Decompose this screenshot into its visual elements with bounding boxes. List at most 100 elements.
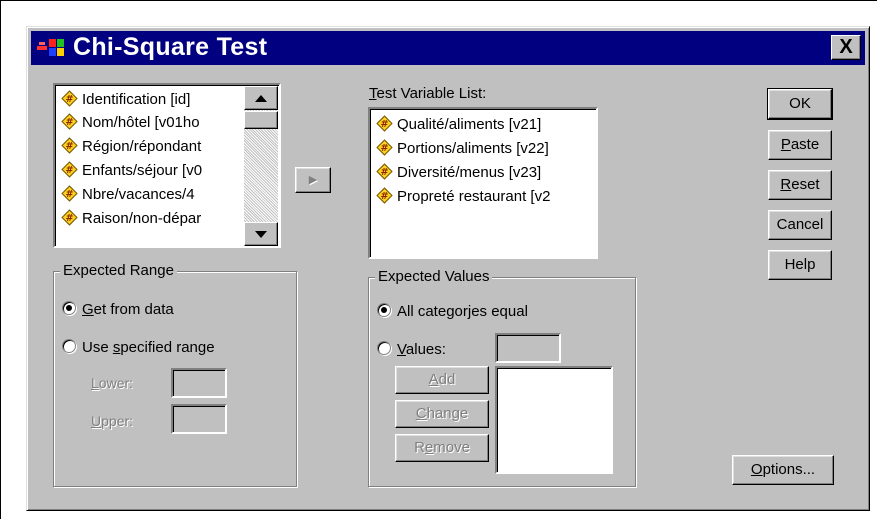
list-item[interactable]: # Qualité/aliments [v21] xyxy=(376,113,541,137)
svg-text:#: # xyxy=(381,143,389,154)
nominal-variable-icon: # xyxy=(376,187,393,204)
spss-app-icon xyxy=(37,39,64,56)
list-item[interactable]: # Raison/non-dépar xyxy=(61,207,201,231)
help-button[interactable]: Help xyxy=(768,250,832,280)
radio-label: alues: xyxy=(405,341,446,358)
remove-label-start: R xyxy=(414,439,425,456)
radio-label: pecified range xyxy=(120,339,215,356)
nominal-variable-icon: # xyxy=(376,139,393,156)
radio-selected-icon xyxy=(62,301,76,315)
add-button[interactable]: Add xyxy=(395,366,489,394)
svg-text:#: # xyxy=(381,167,389,178)
radio-selected-icon xyxy=(377,303,391,317)
svg-text:#: # xyxy=(66,94,74,105)
variable-label: Propreté restaurant [v2 xyxy=(397,188,551,205)
nominal-variable-icon: # xyxy=(61,137,78,154)
svg-text:#: # xyxy=(381,119,389,130)
ok-button[interactable]: OK xyxy=(767,88,833,120)
lower-input[interactable] xyxy=(171,368,227,398)
radio-label: et from data xyxy=(93,301,174,318)
paste-mnemonic: P xyxy=(780,136,791,153)
change-button[interactable]: Change xyxy=(395,400,489,428)
values-radio[interactable]: Values: xyxy=(377,340,446,360)
nominal-variable-icon: # xyxy=(61,209,78,226)
upper-input[interactable] xyxy=(171,404,227,434)
variable-label: Diversité/menus [v23] xyxy=(397,164,542,181)
scroll-up-button[interactable] xyxy=(244,86,278,110)
list-item[interactable]: # Identification [id] xyxy=(61,88,190,112)
dialog-title: Chi-Square Test xyxy=(73,33,268,61)
variable-label: Qualité/aliments [v21] xyxy=(397,116,542,133)
scroll-down-button[interactable] xyxy=(244,222,278,246)
reset-mnemonic: R xyxy=(780,176,792,193)
svg-text:#: # xyxy=(381,191,389,202)
chi-square-dialog: Chi-Square Test X # Identification [id] #… xyxy=(26,26,870,511)
nominal-variable-icon: # xyxy=(376,115,393,132)
variable-label: Région/répondant xyxy=(82,138,202,155)
add-label: dd xyxy=(438,371,456,388)
help-label: Help xyxy=(784,256,816,273)
arrow-right-icon: ▶ xyxy=(308,174,318,186)
radio-mnemonic: G xyxy=(82,301,94,318)
options-label: ptions... xyxy=(762,461,816,478)
ok-label: OK xyxy=(789,95,811,112)
list-item[interactable]: # Région/répondant xyxy=(61,135,201,159)
list-item[interactable]: # Enfants/séjour [v0 xyxy=(61,159,202,183)
reset-button[interactable]: Reset xyxy=(768,170,832,200)
options-button[interactable]: Options... xyxy=(732,455,834,485)
move-variable-button[interactable]: ▶ xyxy=(295,167,331,193)
svg-text:#: # xyxy=(66,213,74,224)
lower-label: Lower: xyxy=(91,375,133,391)
nominal-variable-icon: # xyxy=(61,185,78,202)
radio-label-start: Use xyxy=(82,339,113,356)
list-item[interactable]: # Portions/aliments [v22] xyxy=(376,137,549,161)
variable-label: Raison/non-dépar xyxy=(82,210,202,227)
variable-label: Enfants/séjour [v0 xyxy=(82,162,203,179)
expected-values-legend: Expected Values xyxy=(375,268,493,286)
close-icon: X xyxy=(839,36,853,58)
list-item[interactable]: # Nbre/vacances/4 xyxy=(61,183,195,207)
close-button[interactable]: X xyxy=(831,35,861,60)
upper-label: Upper: xyxy=(91,413,133,429)
test-variable-list[interactable]: # Qualité/aliments [v21] # Portions/alimen… xyxy=(368,107,598,259)
list-item[interactable]: # Propreté restaurant [v2 xyxy=(376,185,550,209)
label-text: pper: xyxy=(101,413,134,429)
cancel-button[interactable]: Cancel xyxy=(768,210,832,240)
values-input[interactable] xyxy=(495,333,561,363)
svg-text:#: # xyxy=(66,189,74,200)
use-specified-range-radio[interactable]: Use specified range xyxy=(62,338,215,358)
radio-mnemonic: V xyxy=(397,341,406,358)
svg-text:#: # xyxy=(66,165,74,176)
all-categories-equal-radio[interactable]: All categorjes equal xyxy=(377,302,528,322)
scroll-thumb[interactable] xyxy=(244,111,278,129)
variable-label: Nbre/vacances/4 xyxy=(82,186,195,203)
arrow-up-icon xyxy=(255,95,267,102)
remove-button[interactable]: Remove xyxy=(395,434,489,462)
remove-label: move xyxy=(433,439,470,456)
expected-range-group: Expected Range Get from data Use specifi… xyxy=(53,262,297,487)
source-list-scrollbar[interactable] xyxy=(244,86,278,246)
test-variable-list-label: Test Variable List: xyxy=(369,85,486,102)
get-from-data-radio[interactable]: Get from data xyxy=(62,300,174,320)
remove-mnemonic: e xyxy=(424,439,434,456)
label-mnemonic: U xyxy=(91,413,102,429)
expected-values-list[interactable] xyxy=(495,366,613,474)
nominal-variable-icon: # xyxy=(376,163,393,180)
radio-unselected-icon xyxy=(377,341,391,355)
radio-unselected-icon xyxy=(62,339,76,353)
radio-label: All categorjes equal xyxy=(397,303,528,320)
variable-label: Nom/hôtel [v01ho xyxy=(82,114,200,131)
source-variable-list[interactable]: # Identification [id] # Nom/hôtel [v01ho #… xyxy=(53,83,281,248)
add-mnemonic: A xyxy=(428,371,439,388)
nominal-variable-icon: # xyxy=(61,113,78,130)
nominal-variable-icon: # xyxy=(61,161,78,178)
change-label: hange xyxy=(426,405,469,422)
label-mnemonic: L xyxy=(91,375,99,391)
svg-text:#: # xyxy=(66,117,74,128)
variable-label: Identification [id] xyxy=(82,91,191,108)
list-item[interactable]: # Diversité/menus [v23] xyxy=(376,161,541,185)
list-item[interactable]: # Nom/hôtel [v01ho xyxy=(61,111,200,135)
paste-label: aste xyxy=(790,136,820,153)
paste-button[interactable]: Paste xyxy=(768,130,832,160)
svg-text:#: # xyxy=(66,141,74,152)
